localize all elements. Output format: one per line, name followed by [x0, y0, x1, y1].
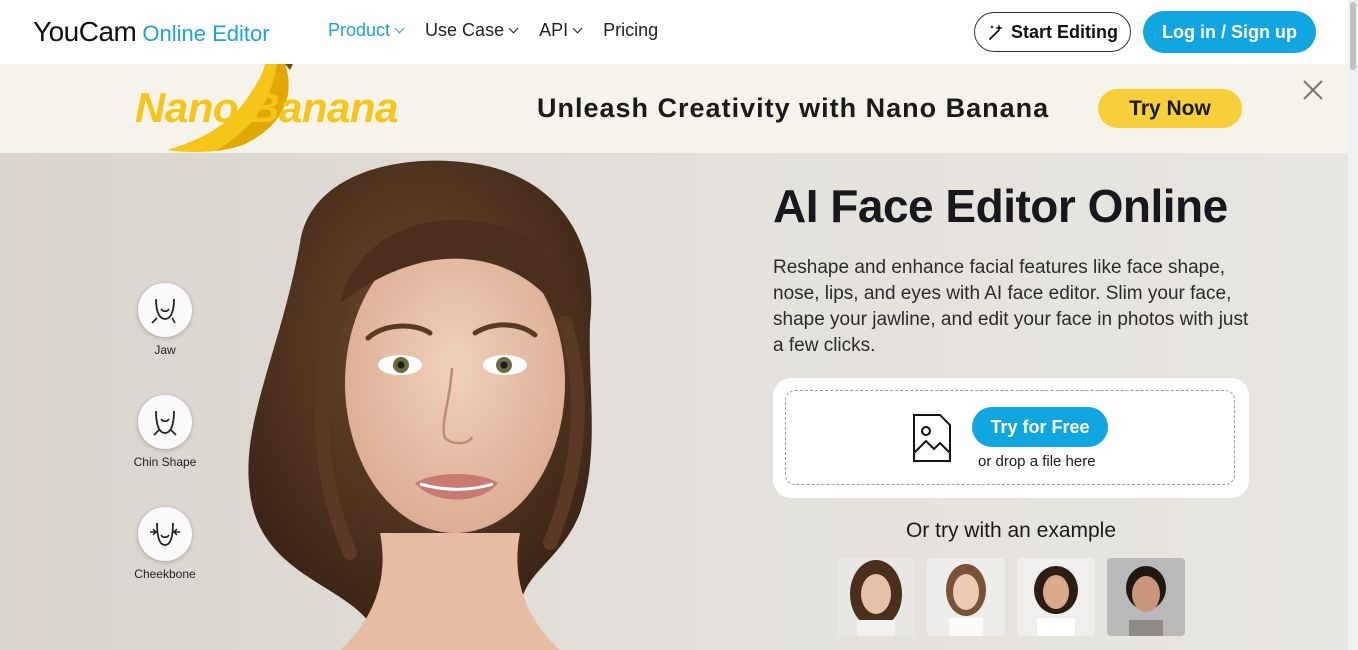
- model-portrait-image: [220, 153, 680, 650]
- examples-heading: Or try with an example: [905, 519, 1117, 542]
- start-editing-button[interactable]: Start Editing: [974, 12, 1131, 52]
- page-scrollbar[interactable]: [1348, 0, 1358, 650]
- example-thumbnails: [837, 558, 1185, 636]
- nav-item-label: API: [539, 20, 569, 40]
- try-for-free-button[interactable]: Try for Free: [972, 407, 1108, 447]
- nav-item-label: Product: [328, 20, 391, 40]
- feature-label: Cheekbone: [134, 567, 196, 581]
- nav-item-product[interactable]: Product: [328, 20, 405, 41]
- upload-card: Try for Free or drop a file here: [773, 378, 1249, 498]
- promo-banner: Nano Banana Unleash Creativity with Nano…: [0, 64, 1348, 153]
- chevron-down-icon: [394, 23, 405, 34]
- logo-sub-text: Online Editor: [142, 21, 270, 46]
- feature-jaw[interactable]: Jaw: [125, 283, 205, 357]
- feature-chin-shape[interactable]: Chin Shape: [125, 395, 205, 469]
- nav-item-label: Pricing: [603, 20, 659, 40]
- page-title: AI Face Editor Online: [773, 180, 1228, 232]
- banner-headline: Unleash Creativity with Nano Banana: [537, 93, 1050, 123]
- nav-item-label: Use Case: [425, 20, 505, 40]
- drop-file-text: or drop a file here: [978, 453, 1096, 470]
- login-signup-button[interactable]: Log in / Sign up: [1143, 11, 1316, 53]
- logo-main-text: YouCam: [33, 16, 137, 47]
- example-thumbnail-1[interactable]: [837, 558, 915, 636]
- example-thumbnail-2[interactable]: [927, 558, 1005, 636]
- nav-item-api[interactable]: API: [539, 20, 583, 41]
- nano-banana-logo[interactable]: Nano Banana: [135, 64, 455, 153]
- feature-label: Jaw: [154, 343, 176, 357]
- example-thumbnail-3[interactable]: [1017, 558, 1095, 636]
- magic-wand-icon: [987, 23, 1005, 41]
- start-editing-label: Start Editing: [1011, 21, 1118, 42]
- feature-cheekbone[interactable]: Cheekbone: [125, 507, 205, 581]
- hero-section: Jaw Chin Shape Cheekbone AI Face Editor …: [0, 153, 1348, 650]
- hero-description: Reshape and enhance facial features like…: [773, 257, 1249, 356]
- chin-shape-icon[interactable]: [138, 395, 192, 449]
- chevron-down-icon: [572, 23, 583, 34]
- scrollbar-thumb[interactable]: [1350, 2, 1356, 70]
- chevron-down-icon: [508, 23, 519, 34]
- main-nav: Product Use Case API Pricing: [328, 20, 680, 41]
- image-upload-icon: [912, 413, 952, 468]
- jaw-icon[interactable]: [138, 283, 192, 337]
- try-now-button[interactable]: Try Now: [1098, 89, 1242, 128]
- youcam-logo[interactable]: YouCam Online Editor: [33, 16, 270, 48]
- feature-label: Chin Shape: [133, 455, 197, 469]
- nav-item-pricing[interactable]: Pricing: [603, 20, 658, 41]
- nav-item-use-case[interactable]: Use Case: [425, 20, 519, 41]
- example-thumbnail-4[interactable]: [1107, 558, 1185, 636]
- file-drop-zone[interactable]: Try for Free or drop a file here: [785, 390, 1235, 485]
- banner-logo-text: Nano Banana: [135, 84, 398, 131]
- top-header: YouCam Online Editor Product Use Case AP…: [0, 0, 1348, 64]
- close-icon[interactable]: [1302, 79, 1324, 101]
- cheekbone-icon[interactable]: [138, 507, 192, 561]
